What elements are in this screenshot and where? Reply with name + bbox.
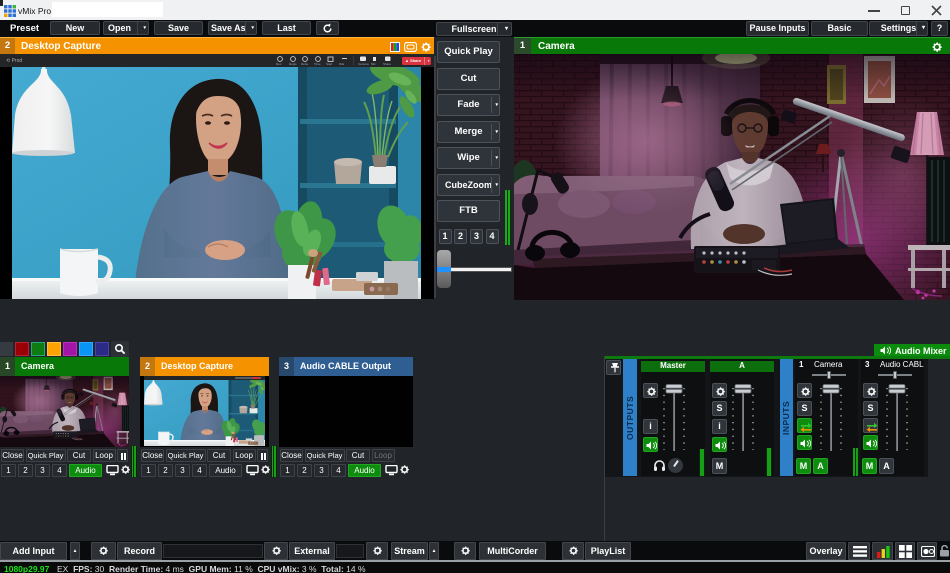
svg-text:Camera: Camera [358,62,369,66]
svg-text:Regis: Regis [289,62,297,66]
svg-text:Wat: Wat [339,62,344,66]
svg-text:Time: Time [314,62,321,66]
svg-text:Share: Share [383,62,391,66]
svg-text:Rehe: Rehe [301,62,309,66]
svg-text:Start: Start [326,62,333,66]
svg-text:Rec: Rec [276,62,282,66]
svg-text:Mic: Mic [371,62,376,66]
